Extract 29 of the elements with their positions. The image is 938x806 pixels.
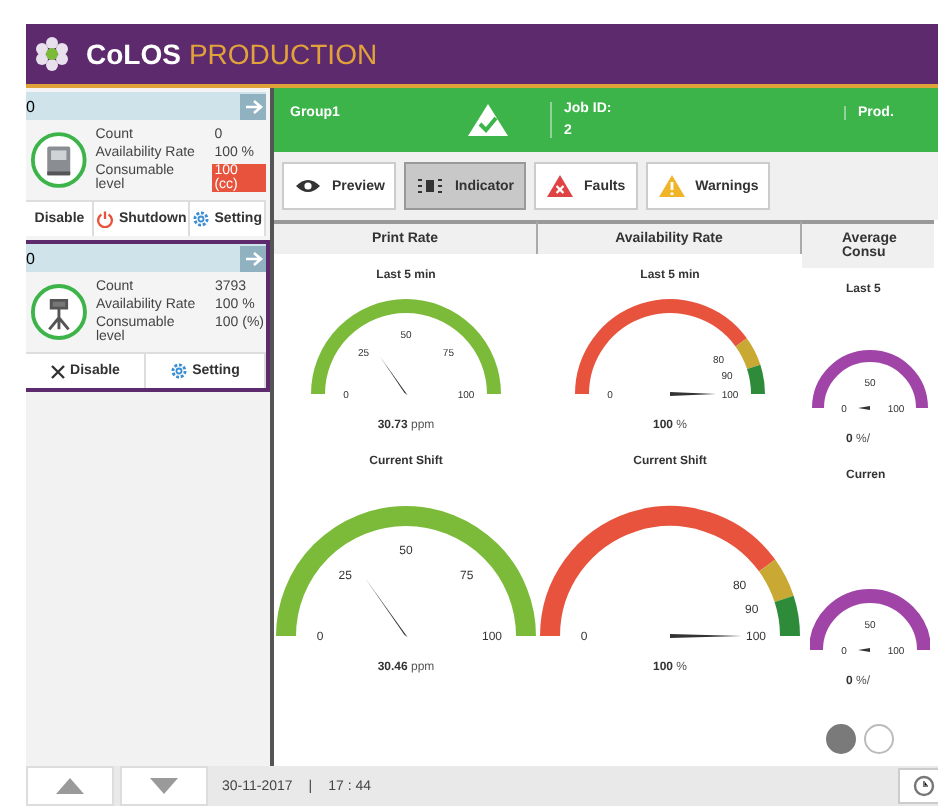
gauge-needle: [379, 356, 408, 396]
gauge-needle: [858, 406, 870, 410]
ok-warning-icon: [466, 102, 510, 138]
app-title: CoLOS: [86, 38, 181, 70]
applicator-icon: [30, 282, 88, 342]
printer-icon: [30, 130, 88, 190]
settings-icon: [192, 210, 211, 228]
indicator-icon: [416, 176, 445, 196]
clock-button[interactable]: [898, 768, 938, 804]
settings-icon: [170, 362, 189, 380]
clock-icon: [912, 774, 936, 798]
arrow-right-icon[interactable]: [240, 93, 266, 119]
logo-icon: [34, 36, 70, 72]
page-dot[interactable]: [864, 724, 894, 754]
scroll-down-button[interactable]: [120, 766, 208, 806]
device-name: 0: [26, 249, 35, 267]
scroll-up-button[interactable]: [26, 766, 114, 806]
fault-icon: [546, 174, 575, 198]
page-dot[interactable]: [826, 724, 856, 754]
warning-icon: [657, 174, 686, 198]
down-triangle-icon: [150, 778, 178, 794]
close-icon: [50, 363, 67, 379]
up-triangle-icon: [56, 778, 84, 794]
arrow-right-icon[interactable]: [240, 245, 266, 271]
device-name: 0: [26, 97, 35, 115]
eye-icon: [294, 178, 322, 194]
gauge-needle: [858, 648, 870, 652]
power-icon: [96, 210, 115, 228]
app-subtitle: PRODUCTION: [188, 38, 378, 70]
